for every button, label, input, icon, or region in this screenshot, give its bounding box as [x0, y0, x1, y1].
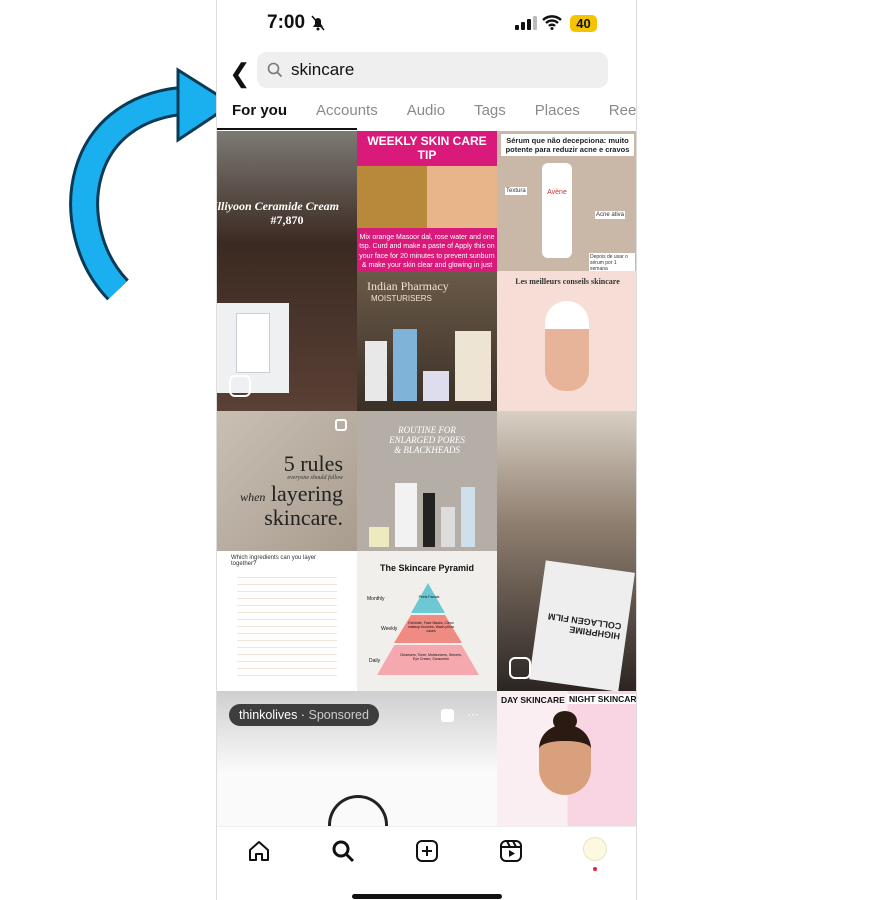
- profile-avatar[interactable]: [583, 837, 607, 861]
- explore-grid: Illiyoon Ceramide Cream #7,870 WEEKLY SK…: [217, 131, 636, 826]
- status-bar: 7:00 40: [217, 12, 636, 36]
- post-title: Les meilleurs conseils skincare: [515, 277, 620, 286]
- search-icon: [267, 62, 283, 78]
- label: Depois de usar o sérum por 1 semana: [589, 253, 635, 271]
- pyramid-text: Cleansers, Toner, Moisturizers, Serums, …: [400, 653, 462, 661]
- post-conseils-skincare[interactable]: Les meilleurs conseils skincare: [497, 271, 636, 411]
- tab-for-you[interactable]: For you: [232, 102, 287, 119]
- active-tab-indicator: [217, 128, 357, 130]
- reels-icon: [229, 375, 251, 397]
- pyramid-label: Weekly: [381, 626, 398, 632]
- pyramid-text: Exfoliate, Face Masks, Clean makeup brus…: [407, 621, 455, 633]
- post-line: skincare.: [264, 505, 343, 530]
- pyramid-text: Peels Facials: [418, 595, 440, 599]
- product-thumbnail: [217, 303, 289, 393]
- post-ceramide-cream[interactable]: Illiyoon Ceramide Cream #7,870: [217, 131, 357, 411]
- post-line: when layering: [240, 481, 343, 507]
- reels-nav-icon[interactable]: [499, 839, 523, 863]
- reels-icon: [509, 657, 531, 679]
- search-input[interactable]: skincare: [257, 52, 608, 88]
- post-day-night-skincare[interactable]: DAY SKINCARE NIGHT SKINCARE: [497, 691, 636, 826]
- word: layering: [270, 481, 343, 506]
- post-indian-pharmacy-moisturisers[interactable]: Indian Pharmacy MOISTURISERS: [357, 271, 497, 411]
- brand: Avène: [547, 189, 567, 196]
- tab-tags[interactable]: Tags: [474, 102, 506, 119]
- tab-accounts[interactable]: Accounts: [316, 102, 378, 119]
- label: Acne ativa: [595, 211, 626, 219]
- bag-handle: [328, 795, 388, 826]
- ingredients-chart: [237, 571, 337, 681]
- pyramid-label: Monthly: [367, 596, 385, 602]
- post-image: [357, 166, 497, 228]
- sponsored-post[interactable]: thinkolives · Sponsored ···: [217, 691, 497, 826]
- wifi-icon: [542, 15, 562, 30]
- carousel-icon: [335, 419, 347, 431]
- bottom-nav: [217, 826, 636, 900]
- post-title: NIGHT SKINCARE: [567, 694, 636, 704]
- search-query: skincare: [291, 60, 355, 79]
- post-routine-enlarged-pores[interactable]: ROUTINE FOR ENLARGED PORES & BLACKHEADS: [357, 411, 497, 551]
- post-collagen-film-reel[interactable]: HIGHPRIME COLLAGEN FILM: [497, 411, 636, 691]
- sponsor-account: thinkolives: [239, 708, 298, 722]
- clock: 7:00: [267, 12, 306, 33]
- caption-number: #7,870: [270, 213, 304, 227]
- post-title: Which ingredients can you layer together…: [231, 555, 317, 567]
- post-title: The Skincare Pyramid: [379, 563, 475, 573]
- home-indicator: [352, 894, 502, 899]
- illustration-face: [539, 725, 591, 795]
- collagen-packet: HIGHPRIME COLLAGEN FILM: [529, 560, 635, 691]
- bell-muted-icon: [311, 15, 325, 31]
- more-options-button[interactable]: ···: [467, 707, 479, 721]
- sponsored-label: Sponsored: [308, 708, 369, 722]
- signal-icon: [515, 16, 537, 30]
- post-skincare-pyramid[interactable]: The Skincare Pyramid Monthly Weekly Dail…: [357, 551, 497, 691]
- post-body: Mix orange Masoor dal, rose water and on…: [359, 234, 495, 270]
- carousel-icon: [441, 709, 454, 722]
- product-bottles: [369, 483, 475, 547]
- label: Textura: [505, 187, 527, 195]
- back-button[interactable]: ❮: [229, 58, 251, 89]
- post-title: 5 rules: [283, 451, 343, 476]
- post-title: DAY SKINCARE: [501, 695, 565, 705]
- serum-bottle: Avène: [542, 163, 572, 258]
- post-avene-serum[interactable]: Sérum que não decepciona: muito potente …: [497, 131, 636, 271]
- product-label: HIGHPRIME COLLAGEN FILM: [547, 611, 623, 642]
- create-post-icon[interactable]: [415, 839, 439, 863]
- search-nav-icon[interactable]: [331, 839, 355, 863]
- battery-indicator: 40: [570, 15, 597, 32]
- home-icon[interactable]: [247, 839, 271, 863]
- sponsor-pill[interactable]: thinkolives · Sponsored: [229, 704, 379, 726]
- post-title: ROUTINE FOR ENLARGED PORES & BLACKHEADS: [389, 425, 465, 455]
- tab-audio[interactable]: Audio: [407, 102, 445, 119]
- tab-reels[interactable]: Reel: [609, 102, 636, 119]
- post-title: Sérum que não decepciona: muito potente …: [501, 134, 634, 156]
- product-tubes: [365, 329, 491, 401]
- tab-places[interactable]: Places: [535, 102, 580, 119]
- illustration-face: [545, 301, 589, 391]
- post-layering-ingredients[interactable]: Which ingredients can you layer together…: [217, 551, 357, 691]
- notification-dot: [593, 867, 597, 871]
- post-title: WEEKLY SKIN CARE TIP: [367, 134, 487, 162]
- illustration-bun: [553, 711, 577, 731]
- phone-screen: 7:00 40 ❮ skincare For you Accounts Audi…: [216, 0, 637, 900]
- post-title: Indian Pharmacy: [367, 279, 449, 293]
- word: when: [240, 490, 266, 504]
- post-subtitle: MOISTURISERS: [371, 294, 432, 303]
- post-5-rules-layering[interactable]: 5 rules everyone should follow when laye…: [217, 411, 357, 551]
- post-weekly-skin-care-tip[interactable]: WEEKLY SKIN CARE TIP Mix orange Masoor d…: [357, 131, 497, 271]
- caption: Illiyoon Ceramide Cream: [217, 199, 339, 213]
- pyramid-label: Daily: [369, 658, 381, 664]
- search-tabs: For you Accounts Audio Tags Places Reel: [232, 102, 636, 119]
